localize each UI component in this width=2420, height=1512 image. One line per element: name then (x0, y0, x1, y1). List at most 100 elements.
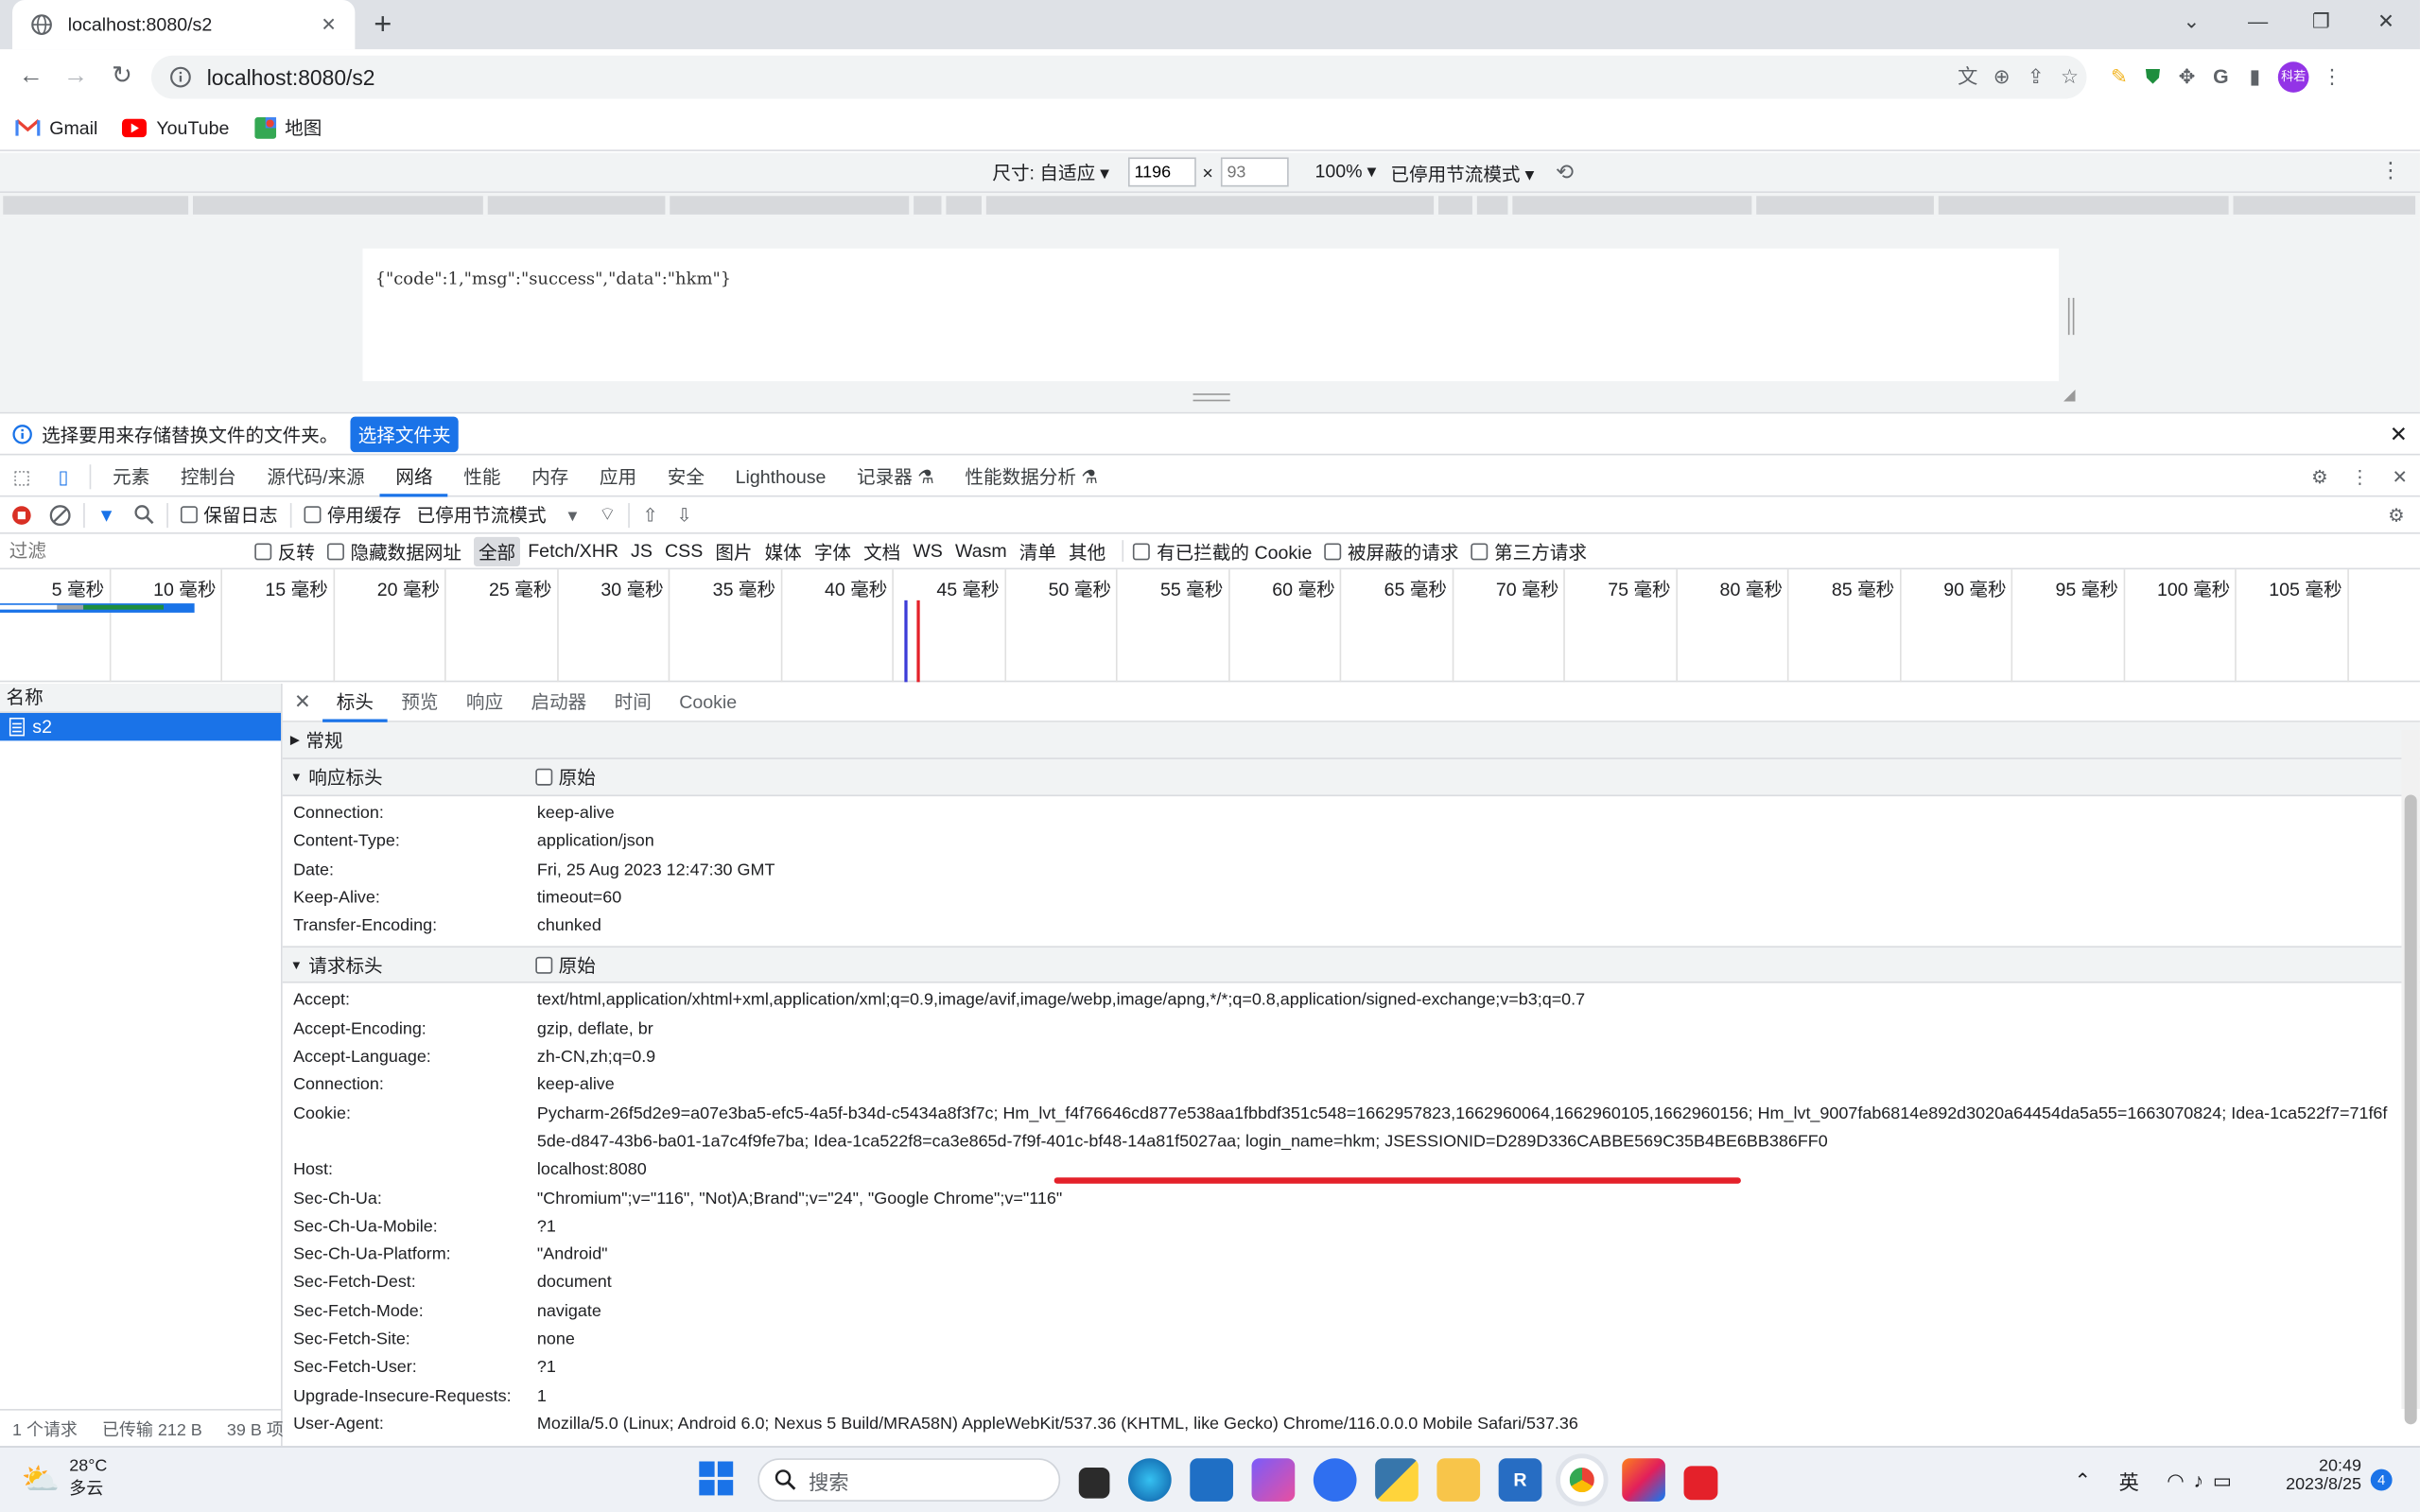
rotate-icon[interactable]: ⟲ (1556, 159, 1574, 185)
section-response-headers[interactable]: ▼ 响应标头 原始 (282, 758, 2420, 797)
device-width-input[interactable] (1127, 157, 1196, 187)
resource-type-filter[interactable]: Wasm (950, 539, 1012, 564)
devtools-tab[interactable]: 记录器 ⚗ (842, 456, 949, 495)
volume-icon[interactable]: ♪ (2194, 1469, 2204, 1492)
resource-type-filter[interactable]: Fetch/XHR (523, 539, 623, 564)
resource-type-filter[interactable]: 图片 (710, 536, 757, 565)
media-query-segment[interactable] (946, 196, 982, 215)
ime-indicator[interactable]: 英 (2119, 1466, 2139, 1495)
close-window-button[interactable]: ✕ (2355, 0, 2416, 43)
media-query-segment[interactable] (1476, 196, 1508, 215)
disable-cache-checkbox[interactable] (304, 506, 322, 524)
devtools-tab[interactable]: 元素 (97, 456, 165, 495)
filter-input[interactable] (0, 535, 239, 566)
inspect-element-icon[interactable]: ⬚ (0, 465, 44, 487)
tab-search-button[interactable]: ⌄ (2161, 0, 2222, 43)
detail-tab[interactable]: Cookie (666, 684, 751, 721)
weather-widget[interactable]: ⛅ 28°C 多云 (22, 1457, 108, 1501)
media-query-segment[interactable] (914, 196, 942, 215)
request-row-s2[interactable]: s2 (0, 712, 282, 741)
address-bar[interactable]: localhost:8080/s2 文 ⊕ ⇪ ☆ (150, 55, 2087, 99)
resize-handle-right[interactable] (2067, 297, 2075, 336)
forward-icon[interactable]: → (57, 59, 94, 96)
section-request-headers[interactable]: ▼ 请求标头 原始 (282, 947, 2420, 984)
device-size-select[interactable]: 尺寸: 自适应 ▾ (992, 159, 1109, 185)
puzzle-icon[interactable]: ✥ (2170, 61, 2204, 95)
pin-extension-icon[interactable]: ✎ (2102, 61, 2136, 95)
media-query-segment[interactable] (670, 196, 910, 215)
media-query-segment[interactable] (1438, 196, 1472, 215)
media-query-segment[interactable] (193, 196, 483, 215)
close-devtools-icon[interactable]: ✕ (2380, 465, 2420, 487)
detail-tab[interactable]: 预览 (388, 684, 453, 721)
preserve-log-checkbox[interactable] (180, 506, 198, 524)
back-icon[interactable]: ← (12, 59, 49, 96)
intellij-icon[interactable] (1622, 1458, 1665, 1502)
start-icon[interactable] (696, 1458, 740, 1502)
filter-funnel-icon[interactable]: ▼ (97, 504, 115, 526)
clear-icon[interactable] (49, 504, 71, 526)
new-tab-button[interactable]: + (367, 7, 398, 43)
media-query-segment[interactable] (1512, 196, 1752, 215)
blocked-requests-checkbox[interactable] (1324, 542, 1342, 560)
close-tab-icon[interactable]: ✕ (321, 14, 336, 36)
task-view-icon[interactable] (1078, 1468, 1110, 1499)
wifi-icon[interactable]: ◠ (2167, 1469, 2185, 1493)
translate-icon[interactable]: 文 (1951, 61, 1985, 95)
url-text[interactable]: localhost:8080/s2 (207, 65, 375, 90)
resource-type-filter[interactable]: 清单 (1015, 536, 1061, 565)
browser-tab[interactable]: localhost:8080/s2 ✕ (12, 0, 356, 50)
name-column-header[interactable]: 名称 (0, 683, 282, 713)
devtools-tab[interactable]: 内存 (516, 456, 584, 495)
menu-kebab-icon[interactable]: ⋮ (2315, 61, 2349, 95)
chevron-up-icon[interactable]: ⌃ (2074, 1469, 2091, 1493)
throttle-select[interactable]: 已停用节流模式 ▾ (1390, 161, 1534, 187)
close-infobar-icon[interactable]: ✕ (2390, 421, 2408, 447)
raw-checkbox[interactable] (535, 956, 553, 974)
restore-button[interactable]: ❐ (2290, 0, 2352, 43)
resource-type-filter[interactable]: 文档 (859, 536, 905, 565)
devtools-tab[interactable]: Lighthouse (720, 456, 841, 495)
throttle-select-label[interactable]: 已停用节流模式 (417, 501, 547, 528)
third-party-checkbox[interactable] (1471, 542, 1489, 560)
raw-checkbox[interactable] (535, 768, 553, 786)
feishu-icon[interactable] (1313, 1458, 1357, 1502)
devtools-tab[interactable]: 网络 (380, 456, 448, 496)
scrollbar-track[interactable] (2401, 729, 2420, 1425)
resource-type-filter[interactable]: 媒体 (760, 536, 807, 565)
detail-tab[interactable]: 标头 (322, 684, 388, 721)
import-har-icon[interactable]: ⇧ (642, 504, 657, 526)
hide-data-urls-checkbox[interactable] (327, 542, 344, 560)
resource-type-filter[interactable]: 其他 (1064, 536, 1110, 565)
zoom-select[interactable]: 100% ▾ (1314, 161, 1376, 182)
copilot-icon[interactable] (1251, 1458, 1296, 1502)
media-query-segment[interactable] (487, 196, 666, 215)
devtools-tab[interactable]: 性能数据分析 ⚗ (949, 456, 1113, 495)
share-icon[interactable]: ⇪ (2019, 61, 2053, 95)
media-query-segment[interactable] (2233, 196, 2416, 215)
store-icon[interactable] (1190, 1458, 1233, 1502)
record-stop-icon[interactable] (10, 504, 32, 526)
minimize-button[interactable]: — (2227, 0, 2289, 43)
reload-icon[interactable]: ↻ (103, 59, 140, 96)
devtools-tab[interactable]: 源代码/来源 (252, 456, 380, 495)
r-app-icon[interactable]: R (1498, 1458, 1542, 1502)
info-icon[interactable] (170, 66, 192, 88)
bookmark-gmail[interactable]: Gmail (15, 116, 97, 138)
side-panel-icon[interactable]: ▮ (2237, 61, 2272, 95)
blocked-cookies-checkbox[interactable] (1133, 542, 1151, 560)
zoom-icon[interactable]: ⊕ (1985, 61, 2019, 95)
notification-badge[interactable]: 4 (2370, 1469, 2393, 1491)
google-icon[interactable]: G (2203, 61, 2237, 95)
resize-handle-bottom[interactable] (1193, 393, 1230, 402)
shield-extension-icon[interactable]: ⛊ (2136, 61, 2170, 95)
select-folder-button[interactable]: 选择文件夹 (350, 415, 459, 452)
detail-tab[interactable]: 启动器 (517, 684, 601, 721)
scrollbar-thumb[interactable] (2404, 794, 2417, 1425)
battery-icon[interactable]: ▭ (2213, 1469, 2232, 1493)
media-query-segment[interactable] (1938, 196, 2229, 215)
python-icon[interactable] (1375, 1458, 1419, 1502)
caret-down-icon[interactable]: ▾ (567, 504, 577, 526)
network-overview-timeline[interactable]: 5 毫秒 10 毫秒 15 毫秒 20 毫秒 25 毫秒 30 毫秒 35 毫秒 40 毫秒 4… (0, 569, 2420, 683)
devtools-tab[interactable]: 安全 (652, 456, 720, 495)
